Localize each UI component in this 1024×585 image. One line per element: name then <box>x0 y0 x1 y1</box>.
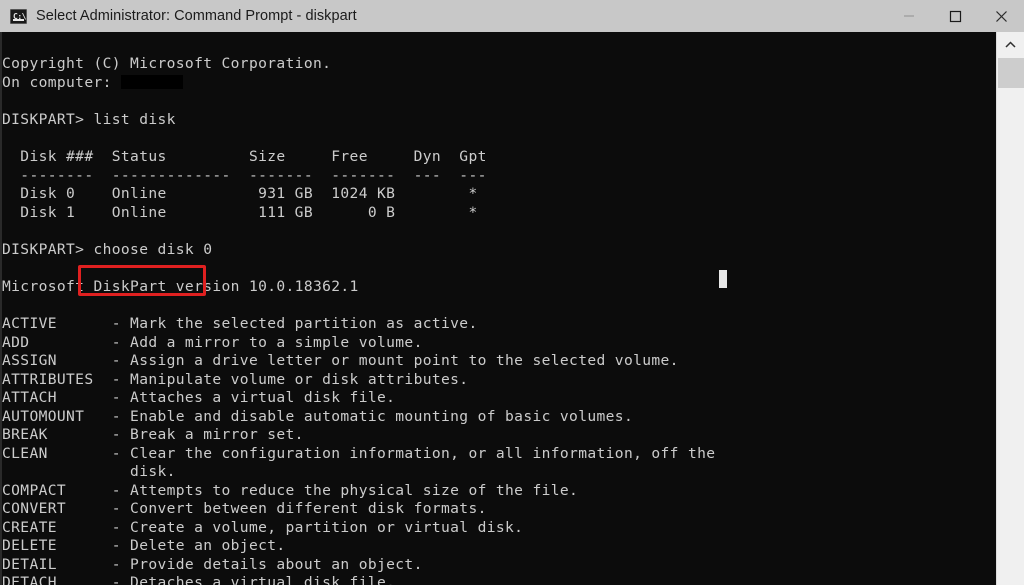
scrollbar-track[interactable] <box>997 88 1024 585</box>
terminal-line: Copyright (C) Microsoft Corporation. <box>2 55 332 72</box>
terminal-line: DELETE - Delete an object. <box>2 537 286 554</box>
terminal-line: On computer: <box>2 73 183 92</box>
terminal-line: Disk 1 Online 111 GB 0 B * <box>2 204 478 221</box>
terminal-screen: Copyright (C) Microsoft Corporation. On c… <box>0 32 996 585</box>
title-bar[interactable]: C:\ Select Administrator: Command Prompt… <box>0 0 1024 32</box>
terminal-line: COMPACT - Attempts to reduce the physica… <box>2 482 579 499</box>
terminal-line: BREAK - Break a mirror set. <box>2 426 304 443</box>
terminal-line: DETACH - Detaches a virtual disk file. <box>2 574 396 585</box>
terminal-line: ACTIVE - Mark the selected partition as … <box>2 315 478 332</box>
window-controls <box>886 0 1024 32</box>
maximize-icon <box>949 10 961 22</box>
terminal-line: CLEAN - Clear the configuration informat… <box>2 445 716 462</box>
terminal-line: ASSIGN - Assign a drive letter or mount … <box>2 352 679 369</box>
terminal-line: Microsoft DiskPart version 10.0.18362.1 <box>2 278 359 295</box>
terminal-line: DISKPART> list disk <box>2 111 176 128</box>
terminal-line: ATTACH - Attaches a virtual disk file. <box>2 389 396 406</box>
terminal-line: Disk ### Status Size Free Dyn Gpt <box>2 148 487 165</box>
terminal-line: disk. <box>2 463 176 480</box>
terminal-line: DISKPART> choose disk 0 <box>2 241 213 258</box>
close-button[interactable] <box>978 0 1024 32</box>
window-title: Select Administrator: Command Prompt - d… <box>36 8 357 24</box>
block-cursor <box>719 270 727 288</box>
scrollbar-up-button[interactable] <box>997 32 1024 57</box>
terminal-line: CREATE - Create a volume, partition or v… <box>2 519 524 536</box>
title-bar-left: C:\ Select Administrator: Command Prompt… <box>0 8 886 24</box>
chevron-up-icon <box>1005 40 1016 48</box>
maximize-button[interactable] <box>932 0 978 32</box>
minimize-icon <box>904 15 914 17</box>
terminal-line: DETAIL - Provide details about an object… <box>2 556 423 573</box>
terminal-line: AUTOMOUNT - Enable and disable automatic… <box>2 408 634 425</box>
close-icon <box>995 10 1007 22</box>
vertical-scrollbar[interactable] <box>996 32 1024 585</box>
console-icon: C:\ <box>10 8 27 24</box>
terminal-line: -------- ------------- ------- ------- -… <box>2 167 487 184</box>
console-output-area[interactable]: Copyright (C) Microsoft Corporation. On c… <box>0 32 1024 585</box>
terminal-line: ATTRIBUTES - Manipulate volume or disk a… <box>2 371 469 388</box>
redaction-box <box>120 75 183 89</box>
terminal-line: Disk 0 Online 931 GB 1024 KB * <box>2 185 478 202</box>
scrollbar-thumb[interactable] <box>998 58 1024 88</box>
terminal-line: CONVERT - Convert between different disk… <box>2 500 487 517</box>
minimize-button[interactable] <box>886 0 932 32</box>
command-prompt-window: C:\ Select Administrator: Command Prompt… <box>0 0 1024 585</box>
terminal-line: ADD - Add a mirror to a simple volume. <box>2 334 423 351</box>
